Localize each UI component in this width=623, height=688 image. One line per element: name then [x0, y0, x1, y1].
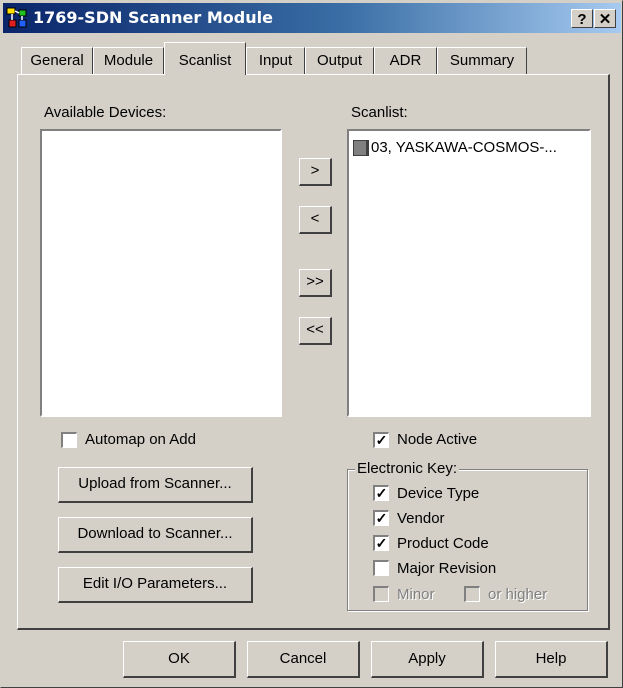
- tab-module[interactable]: Module: [93, 47, 164, 75]
- title-bar[interactable]: 1769-SDN Scanner Module ? ✕: [3, 3, 621, 33]
- automap-label: Automap on Add: [85, 431, 196, 448]
- tab-adr[interactable]: ADR: [374, 47, 437, 75]
- major-revision-checkbox[interactable]: [373, 560, 389, 576]
- product-code-label: Product Code: [397, 535, 489, 552]
- automap-checkbox[interactable]: [61, 432, 77, 448]
- add-all-button[interactable]: >>: [299, 269, 332, 297]
- download-to-scanner-button[interactable]: Download to Scanner...: [58, 517, 253, 553]
- tab-output[interactable]: Output: [305, 47, 374, 75]
- apply-button[interactable]: Apply: [371, 641, 484, 678]
- vendor-checkbox[interactable]: ✓: [373, 510, 389, 526]
- vendor-label: Vendor: [397, 510, 445, 527]
- add-to-scanlist-button[interactable]: >: [299, 158, 332, 186]
- scanlist-list[interactable]: 03, YASKAWA-COSMOS-...: [347, 129, 591, 417]
- list-item[interactable]: 03, YASKAWA-COSMOS-...: [353, 139, 557, 156]
- minor-label: Minor: [397, 586, 435, 603]
- cancel-button[interactable]: Cancel: [247, 641, 360, 678]
- device-label: 03, YASKAWA-COSMOS-...: [371, 139, 557, 156]
- device-type-checkbox[interactable]: ✓: [373, 485, 389, 501]
- help-title-button[interactable]: ?: [571, 9, 593, 28]
- tab-summary[interactable]: Summary: [437, 47, 527, 75]
- remove-all-button[interactable]: <<: [299, 317, 332, 345]
- upload-from-scanner-button[interactable]: Upload from Scanner...: [58, 467, 253, 503]
- tab-scanlist[interactable]: Scanlist: [164, 42, 246, 75]
- edit-io-parameters-button[interactable]: Edit I/O Parameters...: [58, 567, 253, 603]
- window-title: 1769-SDN Scanner Module: [33, 8, 273, 27]
- node-active-checkbox[interactable]: ✓: [373, 432, 389, 448]
- available-devices-list[interactable]: [40, 129, 282, 417]
- device-type-label: Device Type: [397, 485, 480, 502]
- network-app-icon: [6, 7, 27, 28]
- major-revision-label: Major Revision: [397, 560, 497, 577]
- tab-general[interactable]: General: [21, 47, 93, 75]
- electronic-key-label: Electronic Key:: [355, 460, 460, 477]
- tab-input[interactable]: Input: [246, 47, 305, 75]
- dialog-window: 1769-SDN Scanner Module ? ✕ General Modu…: [0, 0, 623, 688]
- product-code-checkbox[interactable]: ✓: [373, 535, 389, 551]
- or-higher-label: or higher: [488, 586, 548, 603]
- help-button[interactable]: Help: [495, 641, 608, 678]
- remove-from-scanlist-button[interactable]: <: [299, 206, 332, 234]
- available-devices-label: Available Devices:: [44, 104, 167, 121]
- or-higher-checkbox: [464, 586, 480, 602]
- node-active-label: Node Active: [397, 431, 478, 448]
- ok-button[interactable]: OK: [123, 641, 236, 678]
- close-icon[interactable]: ✕: [594, 9, 616, 28]
- scanlist-label: Scanlist:: [351, 104, 408, 121]
- minor-checkbox: [373, 586, 389, 602]
- device-icon: [353, 139, 367, 156]
